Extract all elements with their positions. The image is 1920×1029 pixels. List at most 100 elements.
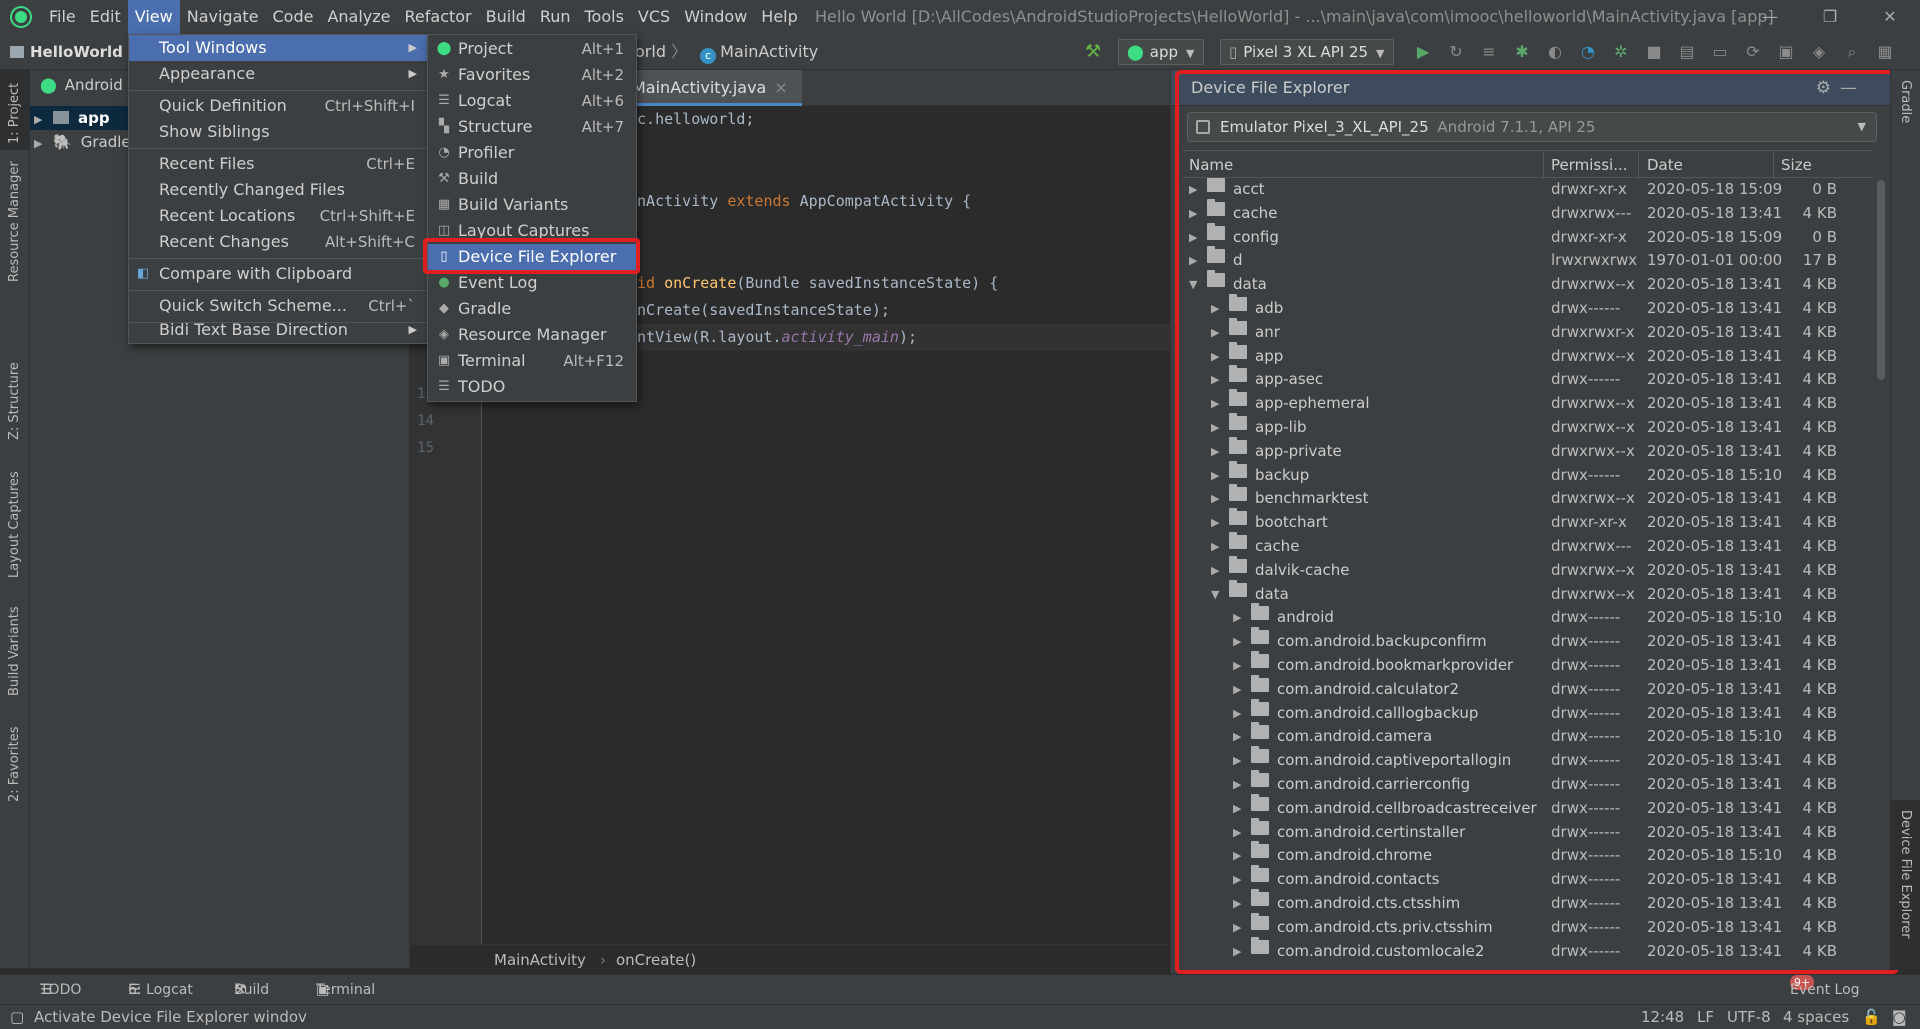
expand-arrow-icon[interactable]: ▶ xyxy=(1211,511,1219,535)
table-row[interactable]: ▶ com.android.captiveportallogin drwx-----… xyxy=(1183,746,1873,773)
run-config-select[interactable]: ⬤ app ▼ xyxy=(1118,39,1204,65)
gear-icon[interactable]: ⚙ xyxy=(1816,70,1831,106)
expand-arrow-icon[interactable]: ▶ xyxy=(1233,678,1241,702)
collapse-arrow-icon[interactable]: ▼ xyxy=(1189,273,1197,297)
table-row[interactable]: ▶ cache drwxrwx--- 2020-05-18 13:41 4 KB xyxy=(1183,198,1873,226)
table-row[interactable]: ▶ app-lib drwxrwx--x 2020-05-18 13:41 4 KB xyxy=(1183,412,1873,440)
expand-arrow-icon[interactable]: ▶ xyxy=(1233,940,1241,964)
device-select[interactable]: Emulator Pixel_3_XL_API_25 Android 7.1.1… xyxy=(1187,112,1877,142)
table-row[interactable]: ▶ bootchart drwxr-xr-x 2020-05-18 13:41 4 KB xyxy=(1183,508,1873,535)
tab-structure[interactable]: Z: Structure xyxy=(0,360,30,450)
menu-window[interactable]: Window xyxy=(677,0,754,34)
table-row[interactable]: ▶ backup drwx------ 2020-05-18 15:10 4 KB xyxy=(1183,460,1873,488)
expand-arrow-icon[interactable]: ▶ xyxy=(1233,868,1241,892)
menu-code[interactable]: Code xyxy=(266,0,321,34)
expand-arrow-icon[interactable]: ▶ xyxy=(1233,821,1241,845)
tab-build-variants[interactable]: Build Variants xyxy=(0,600,30,700)
expand-arrow-icon[interactable]: ▶ xyxy=(1233,630,1241,654)
table-row[interactable]: ▶ com.android.cts.ctsshim drwx------ 2020-0… xyxy=(1183,888,1873,916)
device-select[interactable]: ▯ Pixel 3 XL API 25 ▼ xyxy=(1220,39,1394,65)
column-size[interactable]: Size xyxy=(1781,151,1812,179)
table-row[interactable]: ▶ config drwxr-xr-x 2020-05-18 15:09 0 B xyxy=(1183,222,1873,250)
expand-arrow-icon[interactable]: ▶ xyxy=(1233,916,1241,940)
tab-favorites[interactable]: 2: Favorites xyxy=(0,720,30,805)
search-icon[interactable]: ⌕ xyxy=(1839,39,1865,65)
menu-item-quick-switch-scheme[interactable]: Quick Switch Scheme... Ctrl+` xyxy=(129,293,427,319)
file-encoding[interactable]: UTF-8 xyxy=(1727,1005,1771,1029)
table-row[interactable]: ▶ com.android.bookmarkprovider drwx------ 2… xyxy=(1183,650,1873,678)
tab-device-file-explorer[interactable]: Device File Explorer xyxy=(1891,800,1920,970)
menu-item-tool-windows[interactable]: Tool Windows ▶ xyxy=(129,35,427,61)
expand-arrow-icon[interactable]: ▶ xyxy=(1211,416,1219,440)
tab-gradle[interactable]: Gradle xyxy=(1891,70,1920,150)
menu-item-quick-definition[interactable]: Quick Definition Ctrl+Shift+I xyxy=(129,93,427,119)
expand-arrow-icon[interactable]: ▶ xyxy=(1233,844,1241,868)
expand-arrow-icon[interactable]: ▶ xyxy=(1189,178,1197,202)
column-name[interactable]: Name xyxy=(1189,151,1233,179)
menu-item-project[interactable]: ⬤ Project Alt+1 xyxy=(428,36,636,62)
expand-arrow-icon[interactable]: ▶ xyxy=(1211,297,1219,321)
minimize-icon[interactable]: — xyxy=(1840,70,1857,106)
breadcrumb-class[interactable]: MainActivity xyxy=(720,42,818,61)
tab-resource-manager[interactable]: Resource Manager xyxy=(0,161,30,290)
menu-item-recently-changed-files[interactable]: Recently Changed Files xyxy=(129,177,427,203)
table-row[interactable]: ▶ acct drwxr-xr-x 2020-05-18 15:09 0 B xyxy=(1183,178,1873,202)
expand-arrow-icon[interactable]: ▶ xyxy=(1233,749,1241,773)
column-date[interactable]: Date xyxy=(1647,151,1683,179)
table-row[interactable]: ▶ com.android.camera drwx------ 2020-05-18 … xyxy=(1183,722,1873,749)
apply-changes-icon[interactable]: ↻ xyxy=(1443,39,1469,65)
expand-arrow-icon[interactable]: ▶ xyxy=(1189,226,1197,250)
make-project-hammer-icon[interactable]: ⚒ xyxy=(1085,39,1105,65)
table-row[interactable]: ▶ benchmarktest drwxrwx--x 2020-05-18 13:41… xyxy=(1183,484,1873,511)
expand-arrow-icon[interactable]: ▶ xyxy=(1211,440,1219,464)
run-icon[interactable]: ▶ xyxy=(1410,39,1436,65)
menu-item-logcat[interactable]: ☰ Logcat Alt+6 xyxy=(428,88,636,114)
expand-arrow-icon[interactable]: ▶ xyxy=(1233,654,1241,678)
attach-profiler-icon[interactable]: ✲ xyxy=(1608,39,1634,65)
menu-navigate[interactable]: Navigate xyxy=(180,0,266,34)
expand-arrow-icon[interactable]: ▶ xyxy=(1211,345,1219,369)
profile-icon[interactable]: ◔ xyxy=(1575,39,1601,65)
layout-inspector-icon[interactable]: ◈ xyxy=(1806,39,1832,65)
breadcrumb-project[interactable]: HelloWorld xyxy=(10,34,123,70)
menu-edit[interactable]: Edit xyxy=(83,0,128,34)
expand-arrow-icon[interactable]: ▶ xyxy=(1233,892,1241,916)
table-row[interactable]: ▶ com.android.customlocale2 drwx------ 2020… xyxy=(1183,936,1873,964)
table-row[interactable]: ▶ com.android.backupconfirm drwx------ 2020… xyxy=(1183,627,1873,654)
close-tab-icon[interactable]: × xyxy=(774,78,787,97)
menu-file[interactable]: File xyxy=(42,0,83,34)
expand-arrow-icon[interactable]: ▶ xyxy=(1211,559,1219,583)
menu-item-terminal[interactable]: ▣ Terminal Alt+F12 xyxy=(428,348,636,374)
menu-item-build[interactable]: ⚒ Build xyxy=(428,166,636,192)
expand-arrow-icon[interactable]: ▶ xyxy=(1211,464,1219,488)
ide-features-icon[interactable]: ▦ xyxy=(1872,39,1898,65)
expand-arrow-icon[interactable]: ▶ xyxy=(1211,535,1219,559)
minimize-button[interactable]: — xyxy=(1740,0,1800,34)
menu-item-appearance[interactable]: Appearance ▶ xyxy=(129,61,427,87)
menu-analyze[interactable]: Analyze xyxy=(320,0,397,34)
table-row[interactable]: ▶ adb drwx------ 2020-05-18 13:41 4 KB xyxy=(1183,293,1873,321)
project-view-selector[interactable]: ⬤ Android xyxy=(40,73,123,97)
breadcrumb-class[interactable]: MainActivity xyxy=(494,945,586,975)
tab-layout-captures[interactable]: Layout Captures xyxy=(0,470,30,580)
table-row[interactable]: ▶ com.android.calllogbackup drwx------ 2020… xyxy=(1183,698,1873,726)
menu-help[interactable]: Help xyxy=(754,0,804,34)
collapse-arrow-icon[interactable]: ▼ xyxy=(1211,583,1219,607)
menu-item-recent-files[interactable]: Recent Files Ctrl+E xyxy=(129,151,427,177)
expand-arrow-icon[interactable]: ▶ xyxy=(1233,702,1241,726)
menu-vcs[interactable]: VCS xyxy=(631,0,677,34)
table-row[interactable]: ▶ com.android.contacts drwx------ 2020-05-1… xyxy=(1183,865,1873,892)
stop-icon[interactable]: ■ xyxy=(1641,39,1667,65)
breadcrumb-package[interactable]: orld xyxy=(635,42,666,61)
table-row[interactable]: ▶ anr drwxrwxr-x 2020-05-18 13:41 4 KB xyxy=(1183,317,1873,345)
close-button[interactable]: ✕ xyxy=(1860,0,1920,34)
tab-project[interactable]: 1: Project xyxy=(0,70,30,150)
column-permissions[interactable]: Permissi... xyxy=(1551,151,1628,179)
tab-mainactivity-java[interactable]: MainActivity.java × xyxy=(610,70,802,106)
line-separator[interactable]: LF xyxy=(1697,1005,1714,1029)
scrollbar[interactable] xyxy=(1877,180,1885,380)
menu-item-compare-with-clipboard[interactable]: ◧ Compare with Clipboard xyxy=(129,261,427,287)
table-row[interactable]: ▶ com.android.carrierconfig drwx------ 2020… xyxy=(1183,769,1873,797)
menu-item-resource-manager[interactable]: ◈ Resource Manager xyxy=(428,322,636,348)
expand-arrow-icon[interactable]: ▶ xyxy=(1211,368,1219,392)
